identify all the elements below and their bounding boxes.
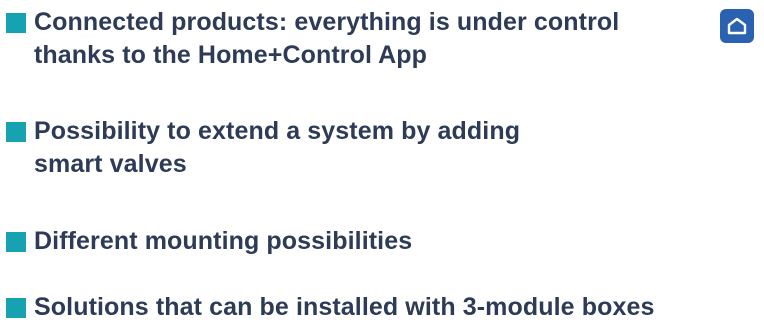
feature-item-smart-valves: Possibility to extend a system by adding… — [6, 115, 520, 181]
feature-item-app-control: Connected products: everything is under … — [6, 6, 619, 72]
square-bullet-icon — [6, 13, 26, 33]
square-bullet-icon — [6, 232, 26, 252]
square-bullet-icon — [6, 122, 26, 142]
feature-line: Connected products: everything is under … — [34, 8, 620, 36]
home-control-app-icon — [720, 9, 754, 43]
feature-item-mounting: Different mounting possibilities — [6, 225, 412, 258]
feature-line: thanks to the Home+Control App — [34, 41, 428, 69]
feature-text: Connected products: everything is under … — [34, 6, 619, 72]
feature-item-module-boxes: Solutions that can be installed with 3-m… — [6, 291, 654, 324]
feature-line: Possibility to extend a system by adding — [34, 117, 521, 145]
feature-line: smart valves — [34, 150, 187, 178]
feature-text: Possibility to extend a system by adding… — [34, 115, 520, 181]
house-outline-icon — [727, 17, 747, 35]
square-bullet-icon — [6, 298, 26, 318]
feature-text: Different mounting possibilities — [34, 225, 412, 258]
feature-text: Solutions that can be installed with 3-m… — [34, 291, 654, 324]
feature-line: Solutions that can be installed with 3-m… — [34, 293, 655, 321]
feature-line: Different mounting possibilities — [34, 227, 413, 255]
